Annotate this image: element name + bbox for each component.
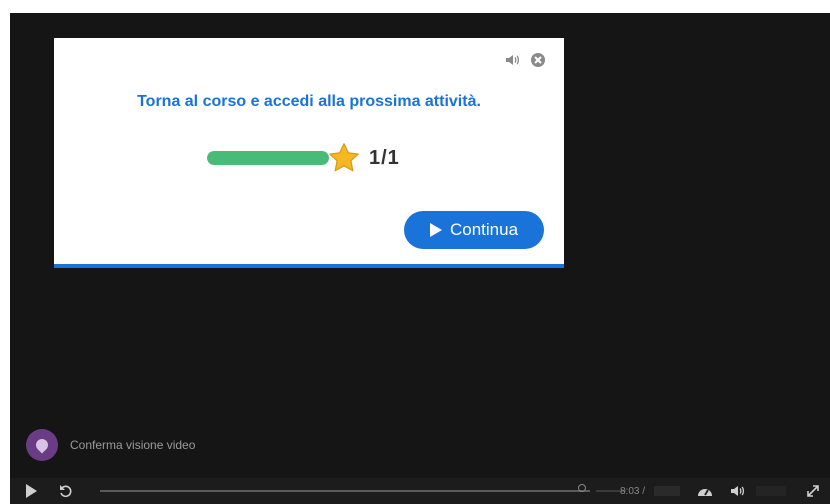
rewind-icon[interactable] <box>59 484 73 498</box>
modal-message: Torna al corso e accedi alla prossima at… <box>137 93 481 110</box>
seek-bar[interactable] <box>100 490 590 492</box>
volume-slider[interactable] <box>756 486 786 496</box>
play-icon[interactable] <box>26 484 37 498</box>
modal-tools <box>504 52 546 68</box>
play-icon <box>429 223 442 237</box>
progress-indicator: 1/1 <box>207 140 400 176</box>
continue-button[interactable]: Continua <box>404 211 544 249</box>
speed-icon[interactable] <box>696 484 714 498</box>
confirm-label: Conferma visione video <box>70 438 196 452</box>
control-bar: 8:03 / <box>10 478 830 504</box>
time-duration <box>654 486 680 496</box>
progress-bar <box>207 151 329 165</box>
continue-label: Continua <box>449 220 519 239</box>
time-display: 8:03 / <box>620 485 646 497</box>
progress-fill <box>207 151 329 165</box>
fullscreen-icon[interactable] <box>806 484 820 498</box>
volume-icon[interactable] <box>730 484 746 498</box>
confirm-avatar[interactable] <box>26 429 58 461</box>
close-icon[interactable] <box>530 52 546 68</box>
confirm-view-row[interactable]: Conferma visione video <box>26 429 195 461</box>
star-icon <box>329 143 359 172</box>
drop-icon <box>33 436 51 454</box>
seek-handle[interactable] <box>578 484 586 492</box>
video-player: Torna al corso e accedi alla prossima at… <box>10 13 830 504</box>
progress-count: 1/1 <box>369 146 400 169</box>
completion-modal: Torna al corso e accedi alla prossima at… <box>54 38 564 268</box>
speaker-icon[interactable] <box>504 52 520 68</box>
